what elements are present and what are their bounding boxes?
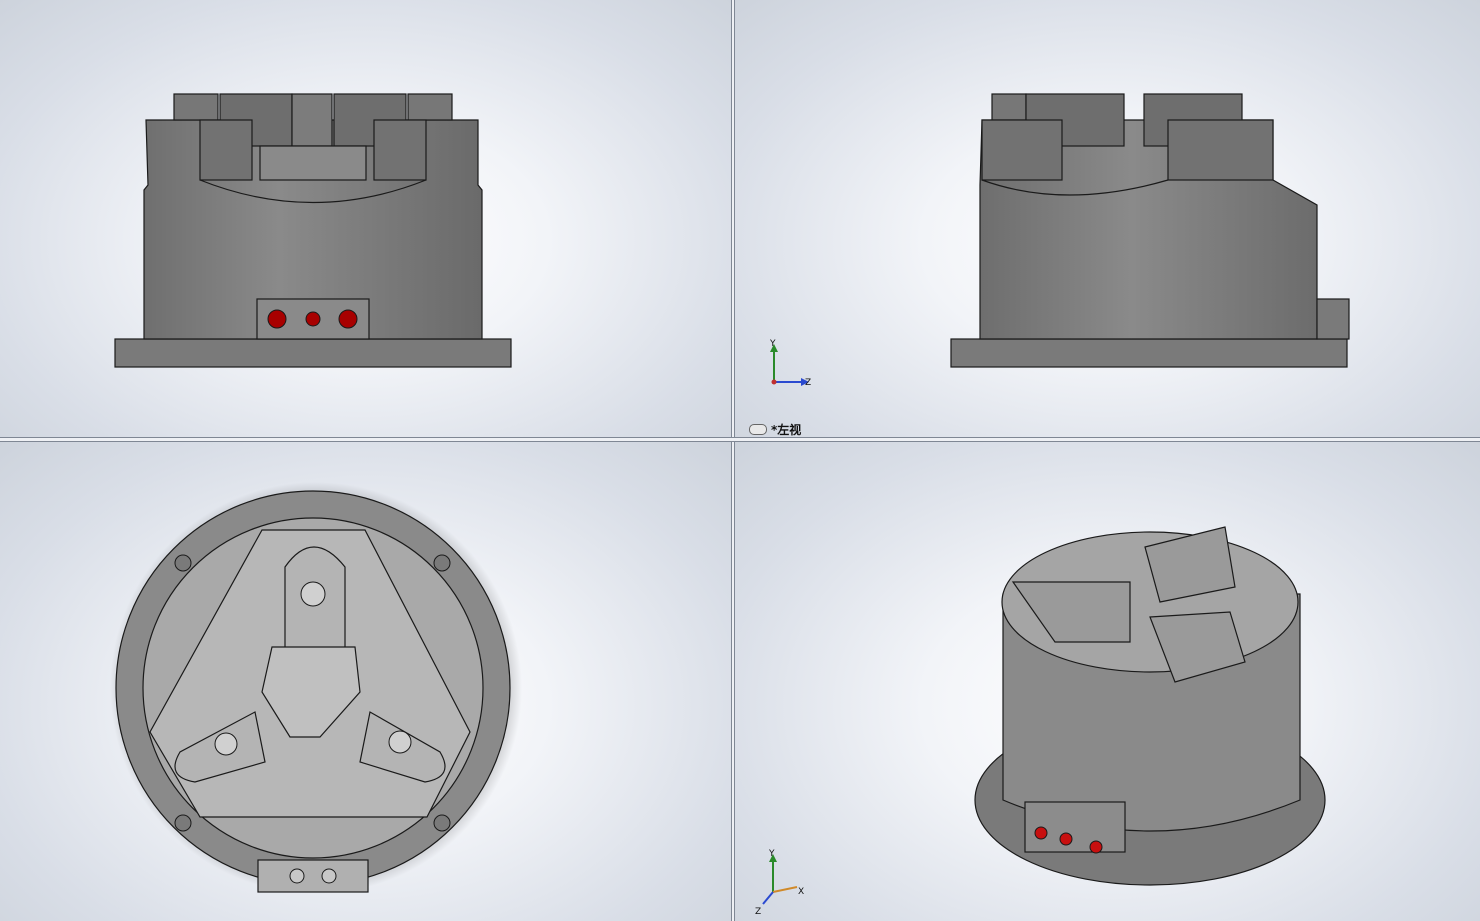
iso-viewport[interactable]: Y X Z (735, 442, 1480, 921)
axis-triad: Y Z (769, 339, 811, 388)
jaw-right (407, 93, 453, 121)
jaw-center (291, 93, 333, 147)
base-flange (114, 338, 512, 368)
horizontal-splitter[interactable] (0, 437, 1480, 442)
vertical-splitter[interactable] (731, 0, 735, 921)
svg-text:Y: Y (769, 339, 776, 349)
connector-block (1316, 298, 1350, 340)
connector-block (257, 859, 369, 893)
view-name: *左视 (771, 423, 802, 437)
svg-text:Y: Y (768, 849, 775, 859)
front-view-model (114, 93, 512, 368)
base-flange (950, 338, 1348, 368)
top-view-model (110, 482, 522, 894)
port-2 (305, 311, 321, 327)
svg-text:Z: Z (805, 378, 811, 388)
left-view-model: Y Z (769, 93, 1350, 388)
svg-text:Z: Z (755, 907, 761, 917)
port-1 (267, 309, 287, 329)
jaw-left (173, 93, 219, 121)
front-viewport[interactable] (0, 0, 731, 437)
viewport-grid: Y Z *左视 Y X Z (0, 0, 1480, 921)
iso-view-model: Y X Z (755, 526, 1326, 917)
view-label: *左视 (749, 421, 801, 437)
axis-triad: Y X Z (755, 849, 804, 917)
svg-text:X: X (798, 887, 804, 897)
port-3 (338, 309, 358, 329)
top-viewport[interactable] (0, 442, 731, 921)
link-icon[interactable] (749, 424, 767, 435)
left-viewport[interactable]: Y Z *左视 (735, 0, 1480, 437)
